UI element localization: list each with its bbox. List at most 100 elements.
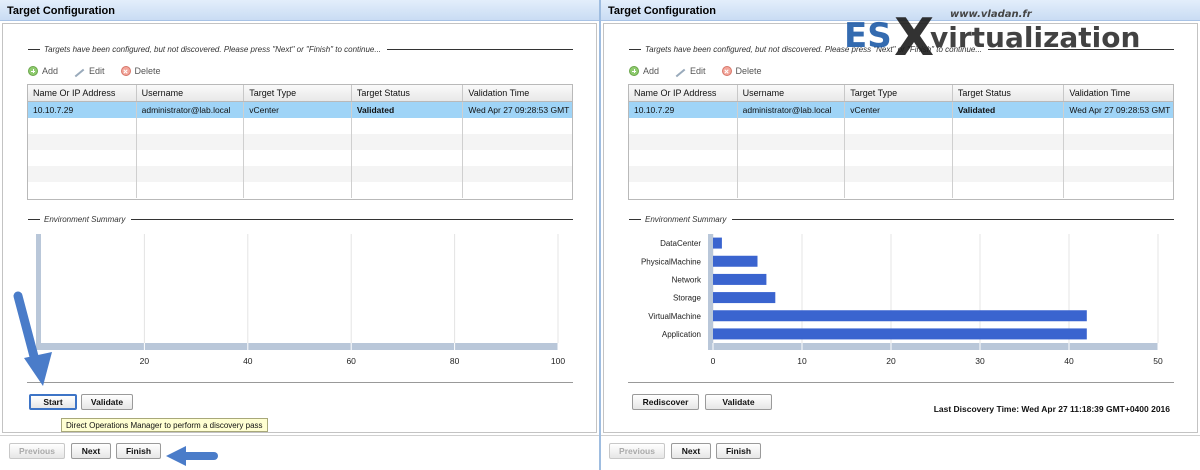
targets-table: Name Or IP Address Username Target Type … — [27, 84, 573, 200]
screenshot-root: Target Configuration Targets have been c… — [0, 0, 1200, 470]
column-header[interactable]: Validation Time — [463, 85, 572, 101]
validate-button[interactable]: Validate — [705, 394, 772, 410]
table-header: Name Or IP Address Username Target Type … — [629, 85, 1173, 102]
environment-summary-text: Environment Summary — [44, 215, 126, 224]
y-axis-track — [708, 234, 713, 350]
column-header[interactable]: Name Or IP Address — [629, 85, 738, 101]
targets-legend-text: Targets have been configured, but not di… — [44, 45, 382, 54]
empty-row — [28, 166, 572, 182]
environment-summary-chart: 0 10 20 30 40 50 DataCenter PhysicalMachine Netw… — [641, 234, 1163, 366]
delete-label: Delete — [134, 66, 161, 76]
x-tick-label: 50 — [1153, 356, 1163, 366]
watermark-url: www.vladan.fr — [950, 9, 1033, 20]
delete-button[interactable]: Delete — [721, 66, 762, 76]
empty-row — [28, 118, 572, 134]
x-axis-track — [36, 343, 558, 350]
cell-validation-time: Wed Apr 27 09:28:53 GMT — [1069, 105, 1171, 115]
watermark-x: X — [894, 8, 934, 63]
add-button[interactable]: Add — [629, 66, 659, 76]
add-button[interactable]: Add — [28, 66, 58, 76]
panel-title: Target Configuration — [608, 5, 716, 17]
bar — [713, 328, 1087, 340]
targets-table: Name Or IP Address Username Target Type … — [628, 84, 1174, 200]
category-label: Storage — [673, 294, 702, 303]
targets-toolbar: Add Edit Delete — [28, 66, 161, 78]
column-header[interactable]: Validation Time — [1064, 85, 1173, 101]
x-tick-label: 100 — [551, 356, 565, 366]
separator — [27, 382, 573, 383]
cell-username: administrator@lab.local — [137, 102, 245, 118]
column-header[interactable]: Target Status — [352, 85, 464, 101]
column-header[interactable]: Target Type — [244, 85, 352, 101]
title-bar: Target Configuration — [0, 0, 599, 21]
delete-button[interactable]: Delete — [120, 66, 161, 76]
table-row[interactable]: 10.10.7.29 administrator@lab.local vCent… — [629, 102, 1173, 118]
delete-label: Delete — [735, 66, 762, 76]
cell-type: vCenter — [845, 102, 953, 118]
x-tick-label: 30 — [975, 356, 985, 366]
targets-legend: Targets have been configured, but not di… — [28, 45, 573, 54]
x-tick-label: 0 — [711, 356, 716, 366]
environment-summary-text: Environment Summary — [645, 215, 727, 224]
delete-icon — [120, 66, 131, 76]
edit-label: Edit — [89, 66, 105, 76]
rediscover-button[interactable]: Rediscover — [632, 394, 699, 410]
cell-username: administrator@lab.local — [738, 102, 846, 118]
add-icon — [629, 66, 639, 76]
left-panel: Target Configuration Targets have been c… — [0, 0, 599, 470]
column-header[interactable]: Name Or IP Address — [28, 85, 137, 101]
edit-button[interactable]: Edit — [675, 66, 706, 78]
category-label: PhysicalMachine — [641, 257, 702, 266]
cell-address: 10.10.7.29 — [28, 102, 137, 118]
bar — [713, 255, 758, 267]
cell-status: Validated — [953, 102, 1065, 118]
empty-row — [28, 134, 572, 150]
finish-button[interactable]: Finish — [116, 443, 161, 459]
empty-row — [629, 150, 1173, 166]
environment-summary-legend: Environment Summary — [28, 215, 573, 224]
x-tick-label: 20 — [140, 356, 150, 366]
edit-label: Edit — [690, 66, 706, 76]
table-header: Name Or IP Address Username Target Type … — [28, 85, 572, 102]
x-tick-label: 40 — [1064, 356, 1074, 366]
column-header[interactable]: Target Type — [845, 85, 953, 101]
last-discovery-time: Last Discovery Time: Wed Apr 27 11:18:39… — [933, 404, 1170, 414]
separator — [628, 382, 1174, 383]
column-header[interactable]: Target Status — [953, 85, 1065, 101]
next-button[interactable]: Next — [71, 443, 111, 459]
validate-button[interactable]: Validate — [81, 394, 133, 410]
empty-row — [629, 182, 1173, 198]
cell-status: Validated — [352, 102, 464, 118]
delete-icon — [721, 66, 732, 76]
environment-summary-legend: Environment Summary — [629, 215, 1174, 224]
cell-validation-time: Wed Apr 27 09:28:53 GMT — [468, 105, 570, 115]
x-tick-label: 40 — [243, 356, 253, 366]
watermark-virtualization: virtualization — [930, 21, 1140, 54]
add-label: Add — [42, 66, 59, 76]
category-label: DataCenter — [660, 239, 701, 248]
empty-row — [28, 182, 572, 198]
column-header[interactable]: Username — [738, 85, 846, 101]
table-row[interactable]: 10.10.7.29 administrator@lab.local vCent… — [28, 102, 572, 118]
column-header[interactable]: Username — [137, 85, 245, 101]
start-tooltip: Direct Operations Manager to perform a d… — [61, 418, 268, 432]
start-button[interactable]: Start — [29, 394, 77, 410]
category-label: VirtualMachine — [648, 312, 701, 321]
right-panel: Target Configuration Targets have been c… — [601, 0, 1200, 470]
x-tick-label: 10 — [797, 356, 807, 366]
y-axis-track — [36, 234, 41, 350]
watermark-es: ES — [844, 16, 892, 56]
previous-button[interactable]: Previous — [609, 443, 665, 459]
category-label: Network — [672, 275, 702, 284]
empty-row — [629, 134, 1173, 150]
finish-button[interactable]: Finish — [716, 443, 761, 459]
cell-address: 10.10.7.29 — [629, 102, 738, 118]
edit-button[interactable]: Edit — [74, 66, 105, 78]
previous-button[interactable]: Previous — [9, 443, 65, 459]
next-button[interactable]: Next — [671, 443, 711, 459]
panel-title: Target Configuration — [7, 5, 115, 17]
environment-summary-chart: 20 40 60 80 100 — [36, 234, 565, 366]
empty-row — [28, 150, 572, 166]
x-axis-track — [708, 343, 1158, 350]
esxvirtualization-watermark: ES X virtualization www.vladan.fr — [844, 8, 1140, 63]
